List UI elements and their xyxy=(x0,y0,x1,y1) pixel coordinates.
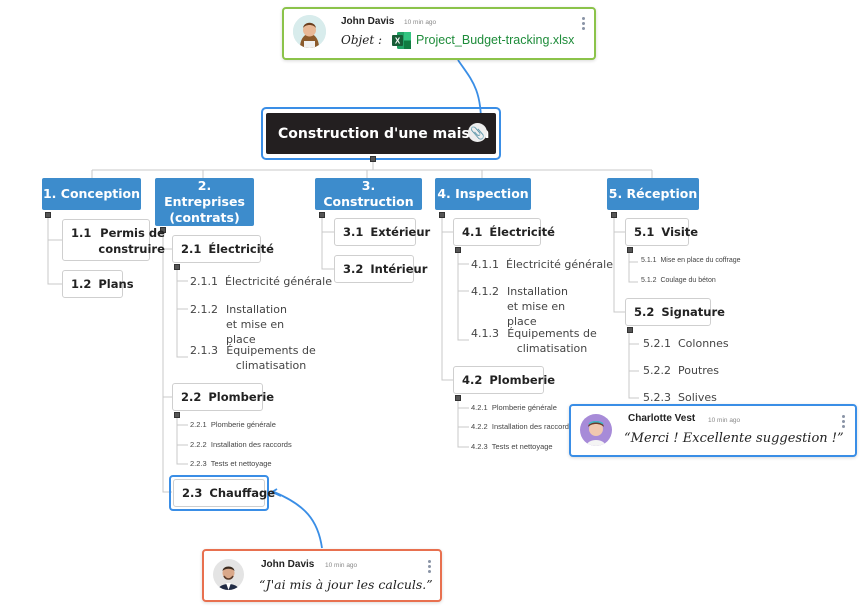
node-5-2[interactable]: 5.2 Signature xyxy=(625,298,725,326)
node-2-2[interactable]: 2.2 Plomberie xyxy=(172,383,274,411)
collapse-toggle[interactable] xyxy=(370,156,376,162)
node-4-2-1[interactable]: 4.2.1 Plomberie générale xyxy=(471,403,557,412)
node-4-1[interactable]: 4.1 Électricité xyxy=(453,218,555,246)
node-4-2-3[interactable]: 4.2.3 Tests et nettoyage xyxy=(471,442,553,451)
collapse-toggle[interactable] xyxy=(611,212,617,218)
node-5-2-2[interactable]: 5.2.2 Poutres xyxy=(643,363,719,378)
node-2-2-1[interactable]: 2.2.1 Plomberie générale xyxy=(190,420,276,429)
svg-text:X: X xyxy=(395,37,401,46)
branch-construction[interactable]: 3. Construction xyxy=(315,178,422,210)
node-2-3[interactable]: 2.3 Chauffage xyxy=(173,479,275,507)
root-title: Construction d'une maison xyxy=(278,125,490,142)
node-5-1-1[interactable]: 5.1.1 Mise en place du coffrage xyxy=(641,257,741,264)
collapse-toggle[interactable] xyxy=(439,212,445,218)
branch-reception[interactable]: 5. Réception xyxy=(607,178,699,210)
node-4-1-2[interactable]: 4.1.2 Installation et mise en place xyxy=(471,284,582,329)
branch-entreprises[interactable]: 2. Entreprises (contrats) xyxy=(155,178,254,226)
collapse-toggle[interactable] xyxy=(627,327,633,333)
collapse-toggle[interactable] xyxy=(174,264,180,270)
node-2-1-3[interactable]: 2.1.3 Équipements de climatisation xyxy=(190,343,316,373)
node-1-1[interactable]: 1.1 Permis de construire xyxy=(62,219,165,261)
comment-card-charlotte[interactable]: Charlotte Vest 10 min ago “Merci ! Excel… xyxy=(569,404,857,457)
root-node[interactable]: Construction d'une maison 📎 xyxy=(266,113,496,154)
collapse-toggle[interactable] xyxy=(45,212,51,218)
collapse-toggle[interactable] xyxy=(455,395,461,401)
connector-lines xyxy=(47,59,653,549)
comment-card-file[interactable]: John Davis 10 min ago Objet : X Project_… xyxy=(282,7,596,60)
collapse-toggle[interactable] xyxy=(319,212,325,218)
node-2-1-2[interactable]: 2.1.2 Installation et mise en place xyxy=(190,302,301,347)
avatar-charlotte-vest xyxy=(580,414,612,446)
more-options-icon[interactable] xyxy=(582,17,585,30)
comment-arrow-bottom xyxy=(273,491,323,549)
node-4-1-1[interactable]: 4.1.1 Électricité générale xyxy=(471,257,613,272)
more-options-icon[interactable] xyxy=(842,415,845,428)
paperclip-icon[interactable]: 📎 xyxy=(468,123,487,142)
node-2-2-3[interactable]: 2.2.3 Tests et nettoyage xyxy=(190,459,272,468)
collapse-toggle[interactable] xyxy=(174,412,180,418)
excel-icon: X xyxy=(392,32,411,49)
more-options-icon[interactable] xyxy=(428,560,431,573)
comment-card-john-update[interactable]: John Davis 10 min ago “J'ai mis à jour l… xyxy=(202,549,442,602)
avatar-john-davis xyxy=(213,559,244,590)
node-3-2[interactable]: 3.2 Intérieur xyxy=(334,255,427,283)
attached-file-link[interactable]: Project_Budget-tracking.xlsx xyxy=(416,33,574,47)
node-4-2[interactable]: 4.2 Plomberie xyxy=(453,366,555,394)
node-2-1[interactable]: 2.1 Électricité xyxy=(172,235,274,263)
avatar-john-davis xyxy=(293,15,326,48)
branch-conception[interactable]: 1. Conception xyxy=(42,178,141,210)
node-5-2-1[interactable]: 5.2.1 Colonnes xyxy=(643,336,729,351)
node-4-1-3[interactable]: 4.1.3 Équipements de climatisation xyxy=(471,326,597,356)
node-5-1-2[interactable]: 5.1.2 Coulage du béton xyxy=(641,277,716,284)
node-4-2-2[interactable]: 4.2.2 Installation des raccords xyxy=(471,422,573,431)
collapse-toggle[interactable] xyxy=(455,247,461,253)
node-5-2-3[interactable]: 5.2.3 Solives xyxy=(643,390,717,405)
node-2-1-1[interactable]: 2.1.1 Électricité générale xyxy=(190,274,332,289)
node-1-2[interactable]: 1.2 Plans xyxy=(62,270,134,298)
branch-inspection[interactable]: 4. Inspection xyxy=(435,178,531,210)
collapse-toggle[interactable] xyxy=(627,247,633,253)
node-3-1[interactable]: 3.1 Extérieur xyxy=(334,218,430,246)
node-2-2-2[interactable]: 2.2.2 Installation des raccords xyxy=(190,440,292,449)
node-5-1[interactable]: 5.1 Visite xyxy=(625,218,698,246)
